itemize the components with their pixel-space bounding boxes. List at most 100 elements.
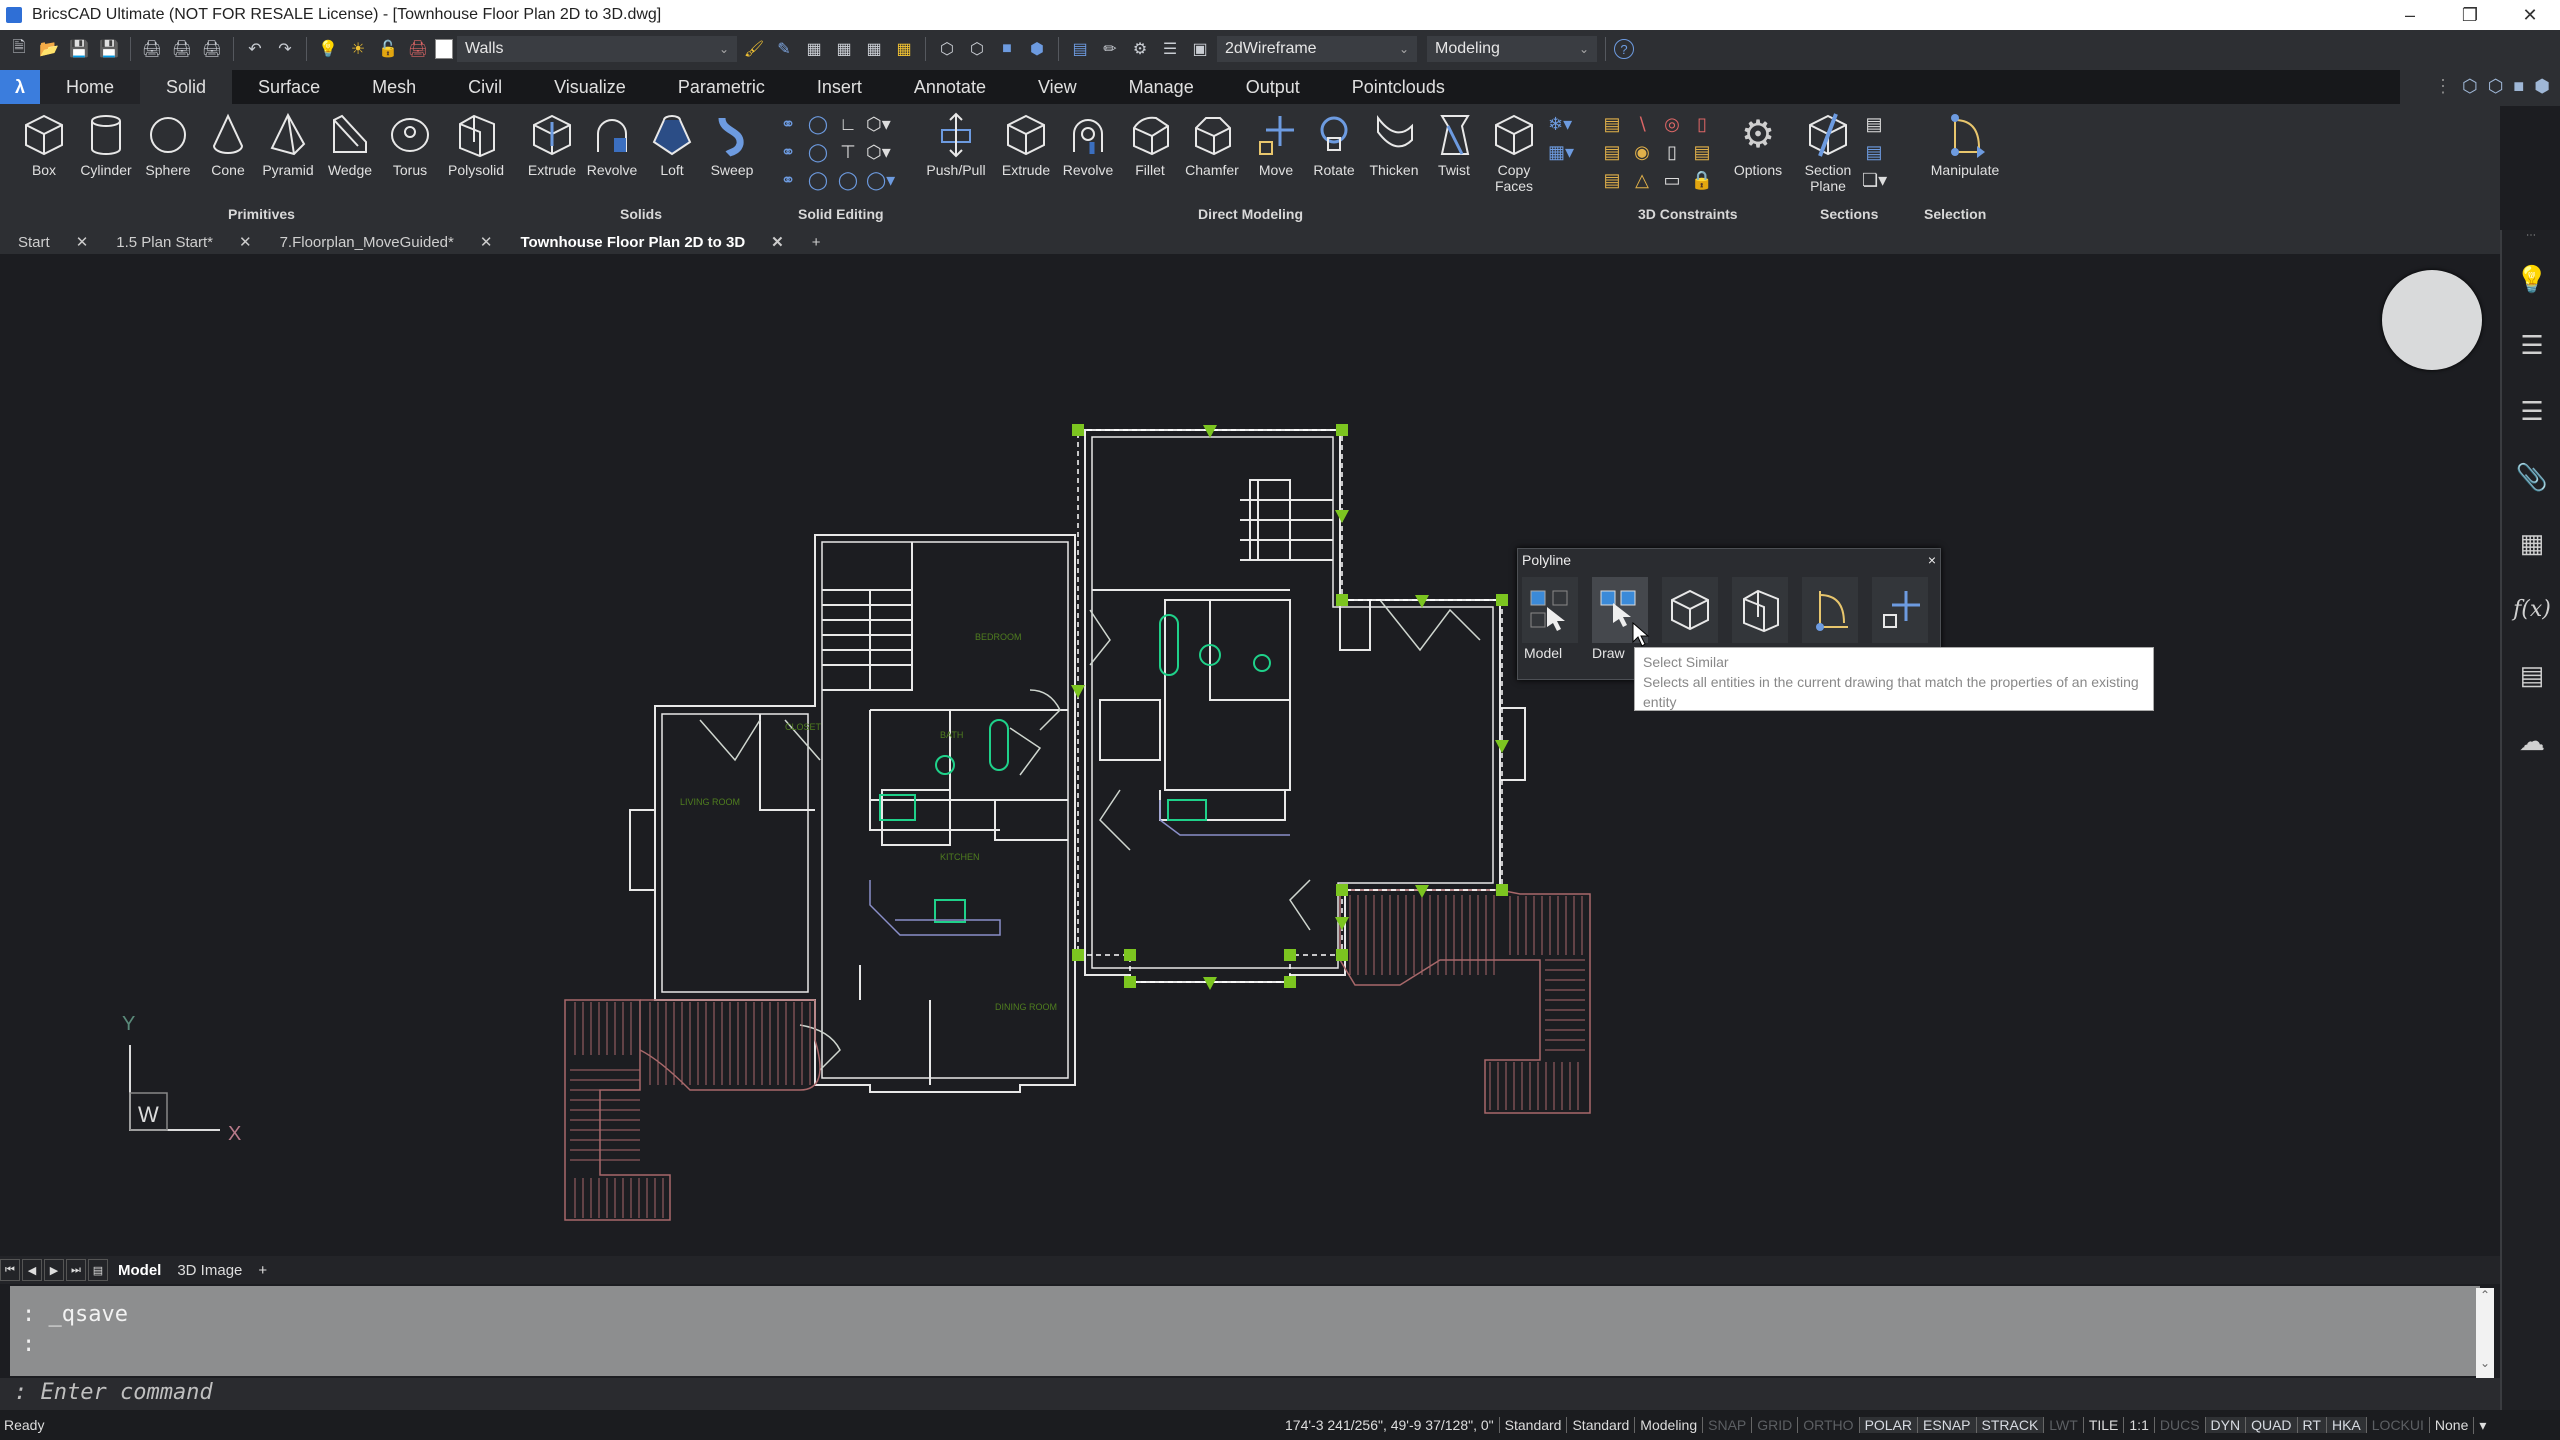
restore-button[interactable]: ❐ <box>2440 5 2500 26</box>
tab-home[interactable]: Home <box>40 70 141 104</box>
section-view-icon[interactable]: ▤ <box>1862 142 1886 166</box>
status-toggle-polar[interactable]: POLAR <box>1858 1417 1918 1433</box>
layer-lock-icon[interactable]: 🔓 <box>375 36 401 62</box>
view-cube-icon[interactable]: ⬡ <box>2462 76 2478 97</box>
scroll-down-icon[interactable]: ⌄ <box>2476 1356 2494 1370</box>
next-layout-button[interactable]: ▶ <box>44 1259 64 1281</box>
command-input[interactable]: : Enter command <box>0 1378 2500 1410</box>
constraint-angle-icon[interactable]: ▤ <box>1690 142 1714 166</box>
save-as-icon[interactable]: 💾 <box>96 36 122 62</box>
subtract-icon[interactable]: ⚭ <box>776 142 800 166</box>
doc-tab[interactable]: Start ✕ <box>0 233 98 252</box>
interfere-icon[interactable]: ◯ <box>806 142 830 166</box>
thicken-button[interactable]: Thicken <box>1362 112 1426 178</box>
status-toggle-lwt[interactable]: LWT <box>2043 1417 2083 1433</box>
midpoint-grip[interactable] <box>1415 595 1429 608</box>
lightbulb-icon[interactable]: 💡 <box>2502 246 2560 312</box>
midpoint-grip[interactable] <box>1203 977 1217 990</box>
vertex-grip[interactable] <box>1124 976 1136 988</box>
options-button[interactable]: ⚙ Options <box>1726 112 1790 178</box>
tab-solid[interactable]: Solid <box>140 70 233 104</box>
extrude-quad-button[interactable] <box>1662 577 1718 643</box>
revolve-button[interactable]: Revolve <box>580 112 644 178</box>
view-render-icon[interactable]: ⬢ <box>2534 76 2550 97</box>
close-icon[interactable]: ✕ <box>480 233 493 251</box>
box-button[interactable]: Box <box>12 112 76 178</box>
vertex-grip[interactable] <box>1284 949 1296 961</box>
status-toggle-quad[interactable]: QUAD <box>2245 1417 2297 1433</box>
new-file-icon[interactable]: 🗎 <box>6 36 32 62</box>
constraint-fix-icon[interactable]: ▤ <box>1600 114 1624 138</box>
push-pull-button[interactable]: Push/Pull <box>924 112 988 178</box>
pyramid-button[interactable]: Pyramid <box>256 112 320 178</box>
intersect-icon[interactable]: ⚭ <box>776 170 800 194</box>
status-toggle-none[interactable]: None <box>2428 1417 2473 1433</box>
drawing-canvas[interactable]: BEDROOM LIVING ROOM KITCHEN DINING ROOM … <box>0 254 2500 1254</box>
status-toggle-dyn[interactable]: DYN <box>2204 1417 2246 1433</box>
rotate-button[interactable]: Rotate <box>1302 112 1366 178</box>
section-generate-icon[interactable]: ❏▾ <box>1862 170 1887 194</box>
vertex-grip[interactable] <box>1336 594 1348 606</box>
visual-style-combo[interactable]: 2dWireframe ⌄ <box>1217 36 1417 62</box>
redo-icon[interactable]: ↷ <box>272 36 298 62</box>
last-layout-button[interactable]: ⏭ <box>66 1259 86 1281</box>
wedge-button[interactable]: Wedge <box>318 112 382 178</box>
status-toggle-lockui[interactable]: LOCKUI <box>2365 1417 2429 1433</box>
polysolid-button[interactable]: Polysolid <box>444 112 508 178</box>
print-preview-icon[interactable]: 🖨 <box>169 36 195 62</box>
view-render-icon[interactable]: ⬢ <box>1024 36 1050 62</box>
tab-civil[interactable]: Civil <box>442 70 528 104</box>
layers-icon[interactable]: ☰ <box>2502 378 2560 444</box>
tab-view[interactable]: View <box>1012 70 1103 104</box>
select-model-button[interactable] <box>1522 577 1578 643</box>
status-toggle-standard[interactable]: Standard <box>1498 1417 1567 1433</box>
sweep-button[interactable]: Sweep <box>700 112 764 178</box>
union-icon[interactable]: ⚭ <box>776 114 800 138</box>
torus-button[interactable]: Torus <box>378 112 442 178</box>
sliders-icon[interactable]: ☰ <box>2502 312 2560 378</box>
page-setup-icon[interactable]: 🖨 <box>199 36 225 62</box>
layout-tab-3d-image[interactable]: 3D Image <box>169 1262 250 1279</box>
vertex-grip[interactable] <box>1124 949 1136 961</box>
separate-icon[interactable]: ◯ <box>806 170 830 194</box>
vertex-grip[interactable] <box>1336 884 1348 896</box>
tab-surface[interactable]: Surface <box>232 70 346 104</box>
vertex-grip[interactable] <box>1072 424 1084 436</box>
properties-panel-icon[interactable]: ▤ <box>1067 36 1093 62</box>
status-menu-chevron-icon[interactable]: ▾ <box>2473 1416 2491 1434</box>
status-toggle-standard[interactable]: Standard <box>1566 1417 1634 1433</box>
formula-icon[interactable]: f(x) <box>2502 576 2560 642</box>
polysolid-quad-button[interactable] <box>1732 577 1788 643</box>
edit-icon[interactable]: ✎ <box>771 36 797 62</box>
eraser-icon[interactable]: ✏ <box>1097 36 1123 62</box>
constraint-distance-icon[interactable]: ▯ <box>1660 142 1684 166</box>
tab-insert[interactable]: Insert <box>791 70 888 104</box>
move-button[interactable]: Move <box>1244 112 1308 178</box>
tab-pointclouds[interactable]: Pointclouds <box>1326 70 1471 104</box>
midpoint-grip[interactable] <box>1203 425 1217 438</box>
doc-tab-active[interactable]: Townhouse Floor Plan 2D to 3D ✕ <box>502 233 793 252</box>
vertex-grip[interactable] <box>1072 949 1084 961</box>
section-plane-button[interactable]: Section Plane <box>1796 112 1860 194</box>
status-toggle-snap[interactable]: SNAP <box>1702 1417 1751 1433</box>
constraint-radius-icon[interactable]: ▤ <box>1600 170 1624 194</box>
close-icon[interactable]: × <box>1928 552 1936 568</box>
loft-button[interactable]: Loft <box>640 112 704 178</box>
slice-icon[interactable]: ◯ <box>806 114 830 138</box>
layout-tab-model[interactable]: Model <box>110 1262 169 1279</box>
offset-faces-icon[interactable]: ▦▾ <box>1548 142 1574 166</box>
open-file-icon[interactable]: 📂 <box>36 36 62 62</box>
imprint-icon[interactable]: ◯ <box>836 170 860 194</box>
midpoint-grip[interactable] <box>1415 885 1429 898</box>
match-properties-icon[interactable]: 🖌 <box>741 36 767 62</box>
layer-freeze-icon[interactable]: ☀ <box>345 36 371 62</box>
cloud-upload-icon[interactable]: ☁ <box>2502 708 2560 774</box>
solid-edit-l-icon[interactable]: ∟ <box>836 114 860 138</box>
status-toggle-tile[interactable]: TILE <box>2082 1417 2124 1433</box>
manipulate-quad-button[interactable] <box>1802 577 1858 643</box>
vertex-grip[interactable] <box>1336 424 1348 436</box>
close-icon[interactable]: ✕ <box>239 233 252 251</box>
vertex-grip[interactable] <box>1496 884 1508 896</box>
delete-faces-icon[interactable]: ❄▾ <box>1548 114 1572 138</box>
doc-tab[interactable]: 7.Floorplan_MoveGuided* ✕ <box>262 233 503 252</box>
